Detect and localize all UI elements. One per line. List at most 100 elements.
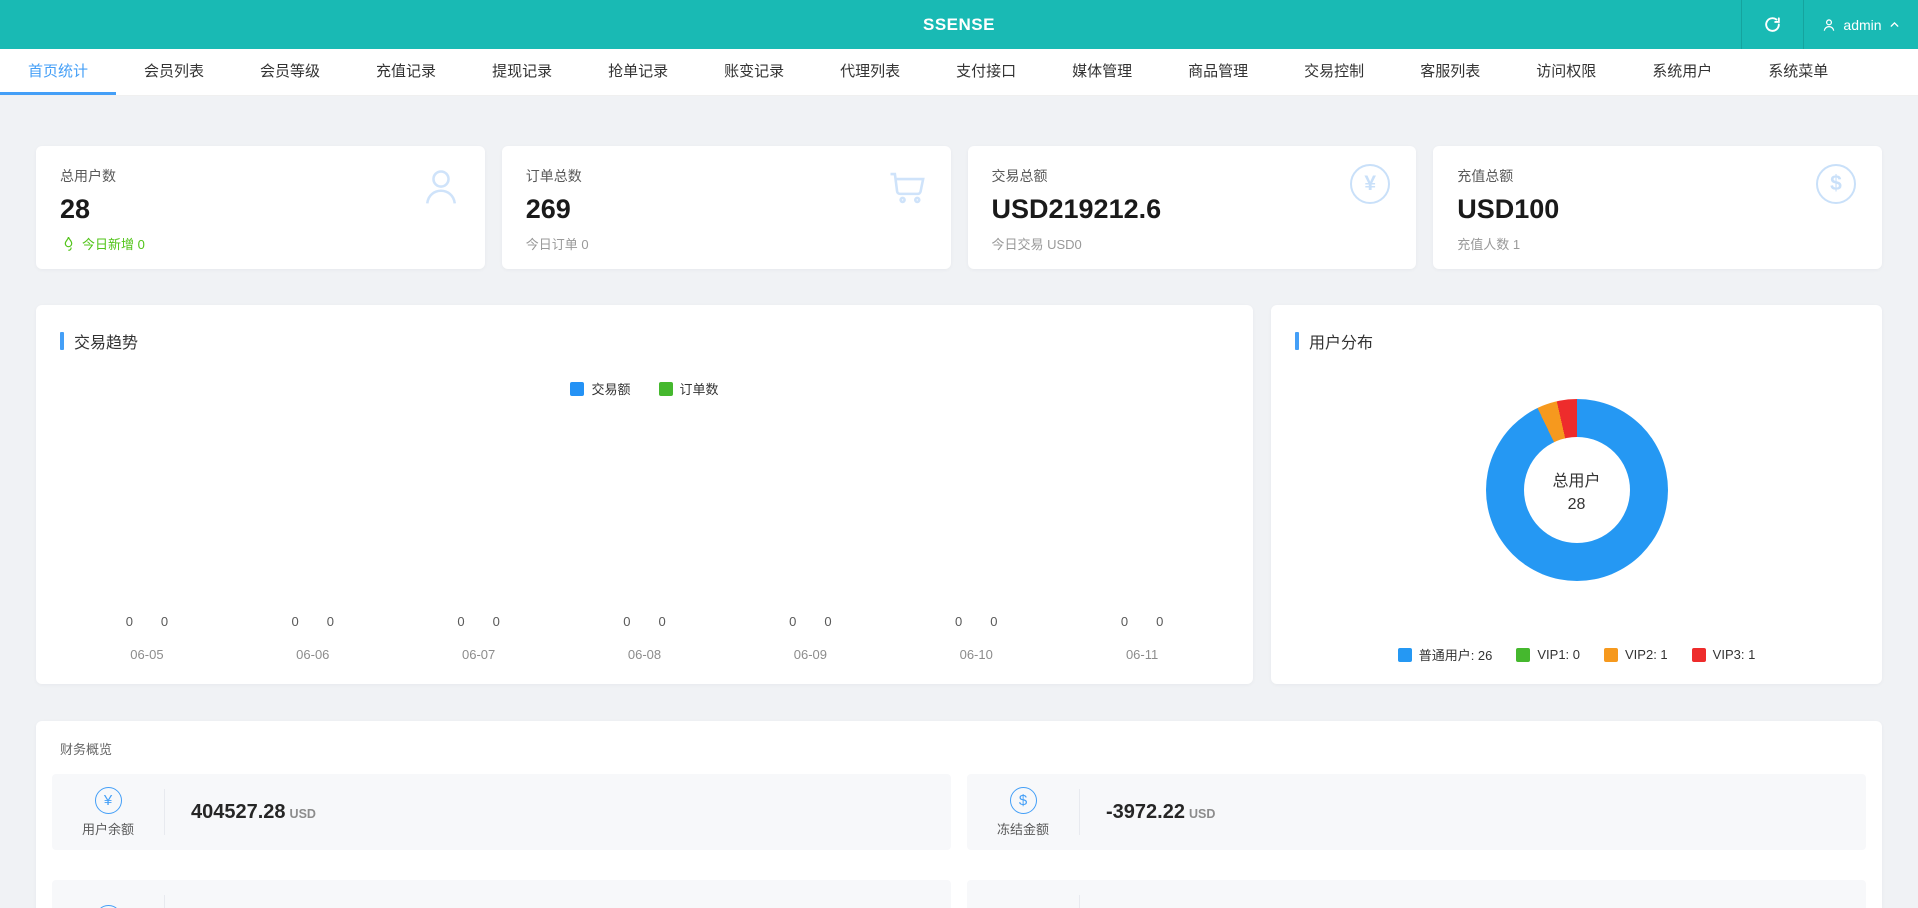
finance-row: ¥ 用户余额 404527.28 USD bbox=[52, 774, 951, 850]
legend-item[interactable]: 订单数 bbox=[658, 379, 719, 398]
stat-label: 订单总数 bbox=[525, 168, 582, 184]
legend-swatch bbox=[1516, 647, 1531, 662]
axis-group: 0 0 06-06 bbox=[230, 614, 396, 662]
nav-tab[interactable]: 系统用户 bbox=[1624, 49, 1740, 95]
finance-title: 财务概览 bbox=[60, 742, 113, 757]
stat-card: 总用户数 28 今日新增 0 bbox=[36, 146, 485, 269]
finance-row: 200USD bbox=[967, 880, 1866, 908]
divider bbox=[1079, 895, 1080, 908]
fire-icon bbox=[60, 235, 77, 252]
nav-tab[interactable]: 商品管理 bbox=[1160, 49, 1276, 95]
legend-item[interactable]: 普通用户: 26 bbox=[1397, 645, 1493, 664]
axis-group: 0 0 06-07 bbox=[396, 614, 562, 662]
finance-icon-block: ¥ 用户余额 bbox=[52, 786, 164, 838]
nav-tab[interactable]: 系统菜单 bbox=[1740, 49, 1856, 95]
user-distribution-panel: 用户分布 总用户 28 普通用户: 26 VIP1: 0 VIP2: 1 VIP3: … bbox=[1271, 305, 1882, 684]
user-menu[interactable]: admin bbox=[1804, 0, 1918, 49]
axis-group: 0 0 06-10 bbox=[893, 614, 1059, 662]
yen-badge-icon: ¥ bbox=[1350, 164, 1394, 208]
divider bbox=[164, 895, 165, 908]
legend-item[interactable]: 交易额 bbox=[570, 379, 631, 398]
nav-tab[interactable]: 账变记录 bbox=[696, 49, 812, 95]
nav-tab[interactable]: 会员列表 bbox=[116, 49, 232, 95]
bar-value-label: 0 bbox=[990, 614, 998, 629]
donut-chart[interactable]: 总用户 28 bbox=[1485, 399, 1668, 581]
nav-tab[interactable]: 抢单记录 bbox=[580, 49, 696, 95]
legend-label: VIP3: 1 bbox=[1712, 647, 1756, 662]
page-content: 总用户数 28 今日新增 0 订单总数 269 今日订单 0 交易总额 USD219212.6… bbox=[0, 146, 1918, 908]
refresh-button[interactable] bbox=[1741, 0, 1804, 49]
nav-tab[interactable]: 支付接口 bbox=[928, 49, 1044, 95]
legend-item[interactable]: VIP3: 1 bbox=[1691, 645, 1756, 664]
charts-row: 交易趋势 交易额 订单数 0 0 06-05 0 0 06-06 0 0 06-07 0 0 06-08… bbox=[36, 305, 1882, 684]
legend-label: 订单数 bbox=[679, 382, 719, 397]
nav-tab[interactable]: 代理列表 bbox=[812, 49, 928, 95]
bar-value-label: 0 bbox=[824, 614, 832, 629]
axis-tick-label: 06-05 bbox=[130, 647, 164, 662]
bar-value-label: 0 bbox=[160, 614, 169, 629]
finance-row-label: 冻结金额 bbox=[996, 821, 1049, 837]
legend-swatch bbox=[1397, 647, 1412, 662]
bar-value-label: 0 bbox=[1120, 614, 1129, 629]
chevron-up-icon bbox=[1888, 18, 1901, 31]
legend-swatch bbox=[1604, 647, 1619, 662]
axis-tick-label: 06-07 bbox=[462, 647, 496, 662]
app-title: SSENSE bbox=[923, 14, 995, 34]
stat-value: USD219212.6 bbox=[991, 194, 1162, 224]
finance-currency: USD bbox=[289, 806, 316, 821]
axis-tick-label: 06-10 bbox=[959, 647, 993, 662]
trend-chart-panel: 交易趋势 交易额 订单数 0 0 06-05 0 0 06-06 0 0 06-07 0 0 06-08… bbox=[36, 305, 1253, 684]
finance-icon-block: $ 冻结金额 bbox=[967, 786, 1079, 838]
stat-label: 交易总额 bbox=[991, 168, 1048, 184]
legend-label: 交易额 bbox=[591, 382, 631, 397]
donut-center: 总用户 28 bbox=[1523, 437, 1630, 543]
stat-subtext: 今日新增 0 bbox=[60, 234, 461, 253]
trend-chart-axis: 0 0 06-05 0 0 06-06 0 0 06-07 0 0 06-08 0 0 06-09 0 0 06-… bbox=[64, 614, 1225, 662]
bar-value-label: 0 bbox=[492, 614, 500, 629]
user-name: admin bbox=[1843, 16, 1882, 33]
distribution-title: 用户分布 bbox=[1309, 335, 1374, 352]
legend-label: 普通用户: 26 bbox=[1418, 648, 1493, 663]
stat-card: 订单总数 269 今日订单 0 bbox=[501, 146, 951, 269]
nav-tab[interactable]: 首页统计 bbox=[0, 49, 117, 95]
yen-circle-icon: ¥ bbox=[94, 786, 122, 814]
dollar-circle-icon: $ bbox=[1009, 786, 1037, 814]
nav-tab[interactable]: 交易控制 bbox=[1276, 49, 1392, 95]
nav-tab[interactable]: 媒体管理 bbox=[1044, 49, 1160, 95]
axis-tick-label: 06-06 bbox=[296, 647, 330, 662]
axis-tick-label: 06-08 bbox=[627, 647, 662, 662]
legend-item[interactable]: VIP2: 1 bbox=[1604, 645, 1668, 664]
bar-value-label: 0 bbox=[1156, 614, 1164, 629]
finance-row-label: 用户余额 bbox=[81, 821, 134, 837]
donut-center-value: 28 bbox=[1567, 495, 1586, 513]
legend-swatch bbox=[570, 381, 585, 396]
legend-swatch bbox=[658, 381, 673, 396]
bar-value-label: 0 bbox=[291, 614, 299, 629]
stat-card: 充值总额 USD100 充值人数 1 $ bbox=[1433, 146, 1882, 269]
dollar-badge-icon: $ bbox=[1816, 164, 1860, 208]
axis-group: 0 0 06-09 bbox=[727, 614, 893, 662]
refresh-icon bbox=[1763, 15, 1782, 34]
nav-tab[interactable]: 访问权限 bbox=[1508, 49, 1624, 95]
user-icon bbox=[419, 164, 463, 208]
stats-row: 总用户数 28 今日新增 0 订单总数 269 今日订单 0 交易总额 USD219212.6… bbox=[36, 146, 1882, 269]
finance-row: $ 冻结金额 -3972.22 USD bbox=[967, 774, 1866, 850]
bar-value-label: 0 bbox=[789, 614, 797, 629]
finance-grid: ¥用户余额404527.28USD$冻结金额-3972.22USD+100USD… bbox=[52, 774, 1866, 908]
stat-value: USD100 bbox=[1457, 194, 1560, 224]
legend-swatch bbox=[1691, 647, 1706, 662]
nav-tab[interactable]: 充值记录 bbox=[348, 49, 464, 95]
trend-chart-title: 交易趋势 bbox=[74, 335, 139, 352]
finance-currency: USD bbox=[1188, 806, 1216, 821]
legend-item[interactable]: VIP1: 0 bbox=[1516, 645, 1580, 664]
stat-value: 269 bbox=[525, 194, 571, 224]
stat-label: 充值总额 bbox=[1457, 168, 1514, 184]
nav-tab[interactable]: 客服列表 bbox=[1392, 49, 1508, 95]
legend-label: VIP2: 1 bbox=[1625, 647, 1668, 662]
trend-chart-legend: 交易额 订单数 bbox=[36, 379, 1253, 398]
nav-tab[interactable]: 会员等级 bbox=[232, 49, 348, 95]
finance-icon-block: + bbox=[52, 904, 164, 908]
bar-value-label: 0 bbox=[326, 614, 335, 629]
divider bbox=[164, 789, 165, 835]
nav-tab[interactable]: 提现记录 bbox=[464, 49, 580, 95]
